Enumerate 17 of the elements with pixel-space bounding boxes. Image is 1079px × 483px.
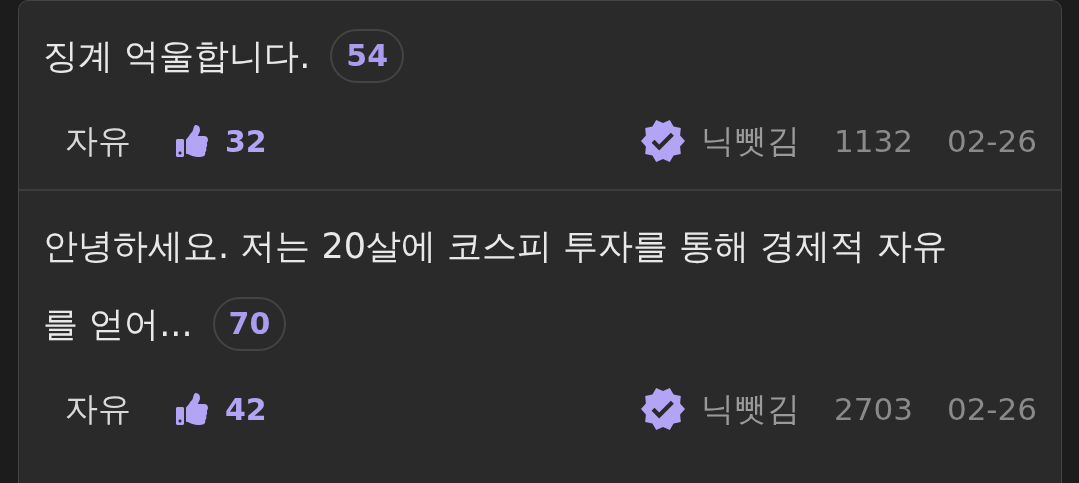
thumbs-up-icon <box>175 125 209 157</box>
comment-count: 54 <box>330 29 404 83</box>
post-title-line[interactable]: 를 얻어... <box>43 297 193 351</box>
category-label: 자유 <box>65 388 131 431</box>
like-count: 42 <box>225 390 267 429</box>
category-label: 자유 <box>65 120 131 163</box>
thumbs-up-icon <box>175 393 209 425</box>
post-date: 02-26 <box>946 121 1037 161</box>
comment-count: 70 <box>212 297 287 351</box>
post-title-line[interactable]: 안녕하세요. 저는 20살에 코스피 투자를 통해 경제적 자유 <box>43 219 947 273</box>
author-name[interactable]: 닉뺏김 <box>701 116 800 166</box>
view-count: 2703 <box>834 389 913 429</box>
post-title-line[interactable]: 징계 억울합니다. <box>43 29 311 83</box>
view-count: 1132 <box>834 121 913 161</box>
like-count: 32 <box>225 122 267 161</box>
author-name[interactable]: 닉뺏김 <box>701 384 800 434</box>
post-date: 02-26 <box>946 389 1037 429</box>
